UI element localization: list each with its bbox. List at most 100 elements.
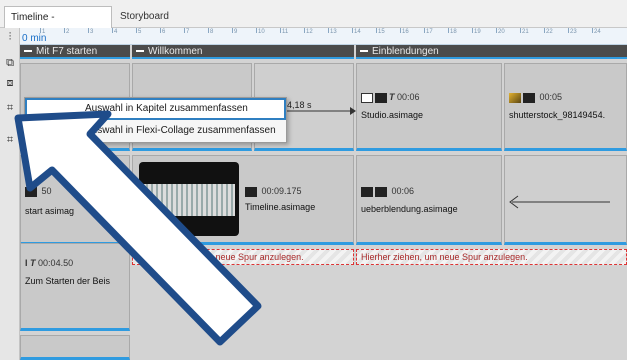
clip-time: 00:06 [391,186,415,196]
clip-name: shutterstock_98149454. [509,110,606,120]
clip-time: 00:09.175 [261,186,302,196]
chapter-title: Mit F7 starten [36,46,98,57]
ruler-tick-label: 5 [138,29,142,35]
ruler-tick [232,28,233,33]
clip-name: start asimag [25,206,75,216]
new-track-dropzone[interactable]: Hierher ziehen, um neue Spur anzulegen. [356,249,627,265]
ruler-tick [424,28,425,33]
ruler-tick-label: 7 [186,29,190,35]
ruler-tick-label: 4 [114,29,118,35]
transition-clip-right[interactable] [504,155,627,245]
ruler-tick [40,28,41,33]
ruler-tick [280,28,281,33]
group-icon[interactable]: ⧉ [3,56,17,70]
ruler-tick-label: 8 [210,29,214,35]
ruler-tick-label: 21 [522,29,529,35]
ruler-tick-label: 2 [66,29,70,35]
ruler-tick-label: 24 [594,29,601,35]
ruler-tick-label: 12 [306,29,313,35]
ruler-tick [184,28,185,33]
chapter-title: Willkommen [148,46,203,57]
ruler-tick [592,28,593,33]
clip-name: Zum Starten der Beis [25,276,111,286]
ruler-tick-label: 19 [474,29,481,35]
clip-meta: 00:09.175 [245,186,302,197]
ruler-tick [544,28,545,33]
clip-row4-left[interactable] [20,335,130,360]
tab-storyboard[interactable]: Storyboard [114,6,172,28]
thumbnail-preview [143,184,235,216]
ruler-tick-label: 10 [258,29,265,35]
clip-meta: 50 [25,186,52,197]
clip-meta: I T 00:04.50 [25,258,73,268]
clip-time: 00:05 [539,92,563,102]
menu-item-merge-into-chapter[interactable]: Auswahl in Kapitel zusammenfassen [25,98,286,120]
ruler-tick [520,28,521,33]
menu-item-merge-into-flexi-collage[interactable]: Auswahl in Flexi-Collage zusammenfassen [25,120,286,142]
chapter-title: Einblendungen [372,46,439,57]
ruler-tick [304,28,305,33]
clip-row3-left[interactable]: I T 00:04.50 Zum Starten der Beis [20,243,130,331]
ruler-tick [136,28,137,33]
image-icon [361,92,373,103]
video-thumbnail [139,162,239,236]
clip-time: 50 [41,186,52,196]
clip-ueberblendung[interactable]: 00:06 ueberblendung.asimage [356,155,502,245]
image-icon [361,186,373,197]
clip-studio[interactable]: T 00:06 Studio.asimage [356,63,502,151]
ruler-tick-label: 3 [90,29,94,35]
snap-tool-icon[interactable]: ⫶ [3,30,17,44]
app-window: Timeline - Spuransicht Storyboard ⫶ ⧉ ⧈ … [0,0,627,360]
clip-meta: 00:05 [509,92,562,103]
ruler-tick-label: 22 [546,29,553,35]
text-icon: I [25,258,28,268]
ruler-tick [256,28,257,33]
chapter-collapse-icon[interactable] [360,50,368,53]
new-track-dropzone[interactable]: Hierher ziehen, um neue Spur anzulegen. [132,249,354,265]
clip-meta: 00:06 [361,186,414,197]
view-tab-bar: Timeline - Spuransicht Storyboard [0,0,627,45]
clip-name: ueberblendung.asimage [361,204,458,214]
ungroup-icon[interactable]: ⧈ [3,76,17,90]
chapter-header-willkommen[interactable]: Willkommen [132,45,354,59]
clip-name: Timeline.asimage [245,202,316,212]
ruler-tick-label: 15 [378,29,385,35]
image-icon [523,92,535,103]
clip-shutterstock[interactable]: 00:05 shutterstock_98149454. [504,63,627,151]
photo-thumbnail-icon [509,92,521,103]
ruler-tick-label: 1 [42,29,46,35]
ruler-tick [160,28,161,33]
ruler-tick [88,28,89,33]
image-icon [375,92,387,103]
chapter-collapse-icon[interactable] [136,50,144,53]
clip-name: Studio.asimage [361,110,424,120]
text-fx-icon: T [30,258,36,268]
chapter-collapse-icon[interactable] [24,50,32,53]
transition-duration: 4,18 s [287,100,312,110]
image-icon [245,186,257,197]
image-icon [375,186,387,197]
clip-time: 00:06 [397,92,420,102]
ruler-tick [568,28,569,33]
chapter-header-mit-f7[interactable]: Mit F7 starten [20,45,130,59]
ruler-tick-label: 20 [498,29,505,35]
ruler-tick [448,28,449,33]
clip-meta: T 00:06 [361,92,420,103]
collage-tool-icon[interactable]: ⌗ [3,133,17,147]
ruler-tick-label: 13 [330,29,337,35]
ruler-tick-label: 14 [354,29,361,35]
ruler-tick [400,28,401,33]
clip-row2-left[interactable]: 50 start asimag [20,155,130,245]
timeline-lanes: Mit F7 starten Willkommen Einblendungen … [20,45,627,360]
tab-timeline-spuransicht[interactable]: Timeline - Spuransicht [4,6,112,45]
ruler-tick [328,28,329,33]
text-fx-icon: T [389,92,395,102]
ruler-tick-label: 17 [426,29,433,35]
chapter-tool-icon[interactable]: ⌗ [3,101,17,115]
clip-timeline[interactable]: 00:09.175 Timeline.asimage [132,155,354,245]
ruler-tick-label: 18 [450,29,457,35]
time-ruler[interactable]: 0 min 1 2 3 4 5 6 7 8 9 10 11 12 13 14 15 16 17 18 19 20 21 2… [20,28,627,45]
chapter-header-einblendungen[interactable]: Einblendungen [356,45,627,59]
ruler-tick [208,28,209,33]
ruler-tick [112,28,113,33]
